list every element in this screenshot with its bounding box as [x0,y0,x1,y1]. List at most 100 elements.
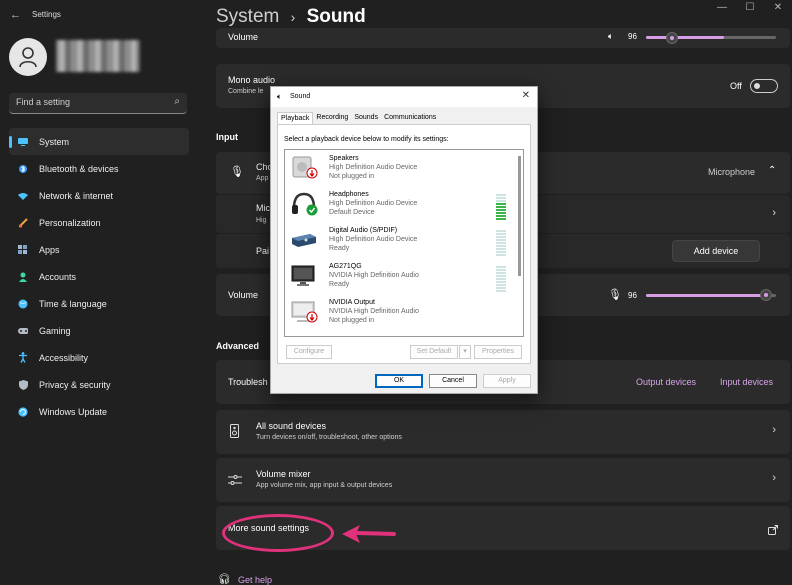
mono-audio-state: Off [730,81,742,91]
sidebar-item-label: Apps [39,244,60,255]
volume-mixer-card[interactable]: Volume mixer App volume mix, app input &… [216,458,790,502]
maximize-button[interactable]: ☐ [736,0,764,16]
add-device-button[interactable]: Add device [672,240,760,262]
mixer-subtitle: App volume mix, app input & output devic… [256,482,393,489]
playback-panel: Select a playback device below to modify… [277,124,531,364]
device-row-headphones[interactable]: Headphones High Definition Audio Device … [285,188,511,224]
sidebar-item-bluetooth[interactable]: Bluetooth & devices [9,155,189,182]
sidebar-item-system[interactable]: System [9,128,189,155]
update-icon [18,406,28,417]
breadcrumb-current: Sound [306,6,366,27]
output-volume-card: Volume 🔈︎ 96 [216,28,790,48]
tab-playback[interactable]: Playback [277,112,314,124]
sidebar-item-apps[interactable]: Apps [9,236,189,263]
playback-instruction: Select a playback device below to modify… [284,136,449,143]
device-driver: High Definition Audio Device [329,164,418,171]
system-icon [18,137,28,147]
sidebar-item-accounts[interactable]: Accounts [9,263,189,290]
device-list-icon [230,424,239,443]
device-name: Speakers [329,155,359,162]
chevron-right-icon[interactable]: › [772,472,776,484]
close-button[interactable]: ✕ [764,0,792,16]
apply-button[interactable]: Apply [483,374,531,388]
sidebar-item-network[interactable]: Network & internet [9,182,189,209]
speaker-icon[interactable]: 🔈︎ [608,31,613,42]
user-icon [19,47,37,68]
sidebar-item-label: Personalization [39,217,101,228]
device-name: AG271QG [329,263,362,270]
chevron-right-icon[interactable]: › [772,424,776,436]
avatar[interactable] [9,38,47,76]
sidebar-item-personalization[interactable]: Personalization [9,209,189,236]
device-status: Not plugged in [329,317,375,324]
sound-speaker-icon: 🔈︎ [277,92,282,101]
sidebar-item-label: Privacy & security [39,379,111,390]
cancel-button[interactable]: Cancel [429,374,477,388]
sidebar-item-label: Network & internet [39,190,114,201]
microphone-icon[interactable]: 🎙︎ [608,288,622,301]
output-volume-thumb[interactable] [666,32,678,44]
properties-button[interactable]: Properties [474,345,522,359]
chevron-up-icon[interactable]: ⌃ [768,165,776,176]
tab-communications[interactable]: Communications [381,112,439,124]
dialog-titlebar: 🔈︎ Sound ✕ [271,87,537,107]
mic-row-title: Mic [256,203,270,213]
spdif-icon [292,234,316,247]
playback-device-list[interactable]: Speakers High Definition Audio Device No… [284,149,524,337]
ok-button[interactable]: OK [375,374,423,388]
open-external-icon[interactable] [768,522,778,540]
sidebar-item-time-language[interactable]: Time & language [9,290,189,317]
set-default-button[interactable]: Set Default [410,345,458,359]
output-volume-value: 96 [628,32,637,41]
search-icon: ⌕ [174,96,180,107]
input-device-value[interactable]: Microphone [708,167,755,177]
device-row-spdif[interactable]: Digital Audio (S/PDIF) High Definition A… [285,224,511,260]
output-devices-link[interactable]: Output devices [636,377,696,387]
level-meter [496,266,506,292]
input-devices-link[interactable]: Input devices [720,377,773,387]
input-section-title: Input [216,132,238,142]
app-title: Settings [32,10,61,19]
all-devices-subtitle: Turn devices on/off, troubleshoot, other… [256,434,402,441]
level-meter [496,230,506,256]
device-name: NVIDIA Output [329,299,375,306]
all-sound-devices-card[interactable]: All sound devices Turn devices on/off, t… [216,410,790,454]
help-icon: 🎧︎ [218,574,231,585]
set-default-dropdown[interactable]: ▾ [459,345,471,359]
minimize-button[interactable]: — [708,0,736,16]
get-help-link[interactable]: Get help [238,575,272,585]
mixer-icon [228,473,242,491]
sidebar-item-gaming[interactable]: Gaming [9,317,189,344]
configure-button[interactable]: Configure [286,345,332,359]
device-status: Default Device [329,209,375,216]
monitor-icon [291,265,315,286]
annotation-ellipse [222,514,334,552]
close-icon[interactable]: ✕ [522,90,530,101]
pair-row-title: Pai [256,246,270,256]
sidebar-item-accessibility[interactable]: Accessibility [9,344,189,371]
chevron-right-icon[interactable]: › [772,207,776,219]
sidebar-item-windows-update[interactable]: Windows Update [9,398,189,425]
tab-recording[interactable]: Recording [313,112,351,124]
annotation-arrow [342,525,396,543]
wifi-icon [18,191,28,201]
device-row-nvidia-output[interactable]: NVIDIA Output NVIDIA High Definition Aud… [285,296,511,332]
device-row-ag271qg[interactable]: AG271QG NVIDIA High Definition Audio Rea… [285,260,511,296]
window-controls: — ☐ ✕ [708,0,792,16]
input-volume-thumb[interactable] [760,289,772,301]
search-input[interactable]: Find a setting ⌕ [9,93,187,114]
mono-audio-toggle[interactable] [750,79,778,93]
list-scrollbar[interactable] [518,156,521,276]
back-arrow-icon[interactable]: ← [10,9,21,21]
breadcrumb-system[interactable]: System [216,6,279,27]
globe-icon [18,299,28,309]
device-driver: High Definition Audio Device [329,200,418,207]
sidebar-item-privacy[interactable]: Privacy & security [9,371,189,398]
sound-dialog: 🔈︎ Sound ✕ Playback Recording Sounds Com… [270,86,538,394]
tab-sounds[interactable]: Sounds [351,112,381,124]
device-driver: NVIDIA High Definition Audio [329,308,419,315]
dialog-title: Sound [290,93,311,100]
mono-audio-title: Mono audio [228,75,276,85]
sidebar-nav: System Bluetooth & devices Network & int… [9,128,189,425]
device-row-speakers[interactable]: Speakers High Definition Audio Device No… [285,152,511,188]
